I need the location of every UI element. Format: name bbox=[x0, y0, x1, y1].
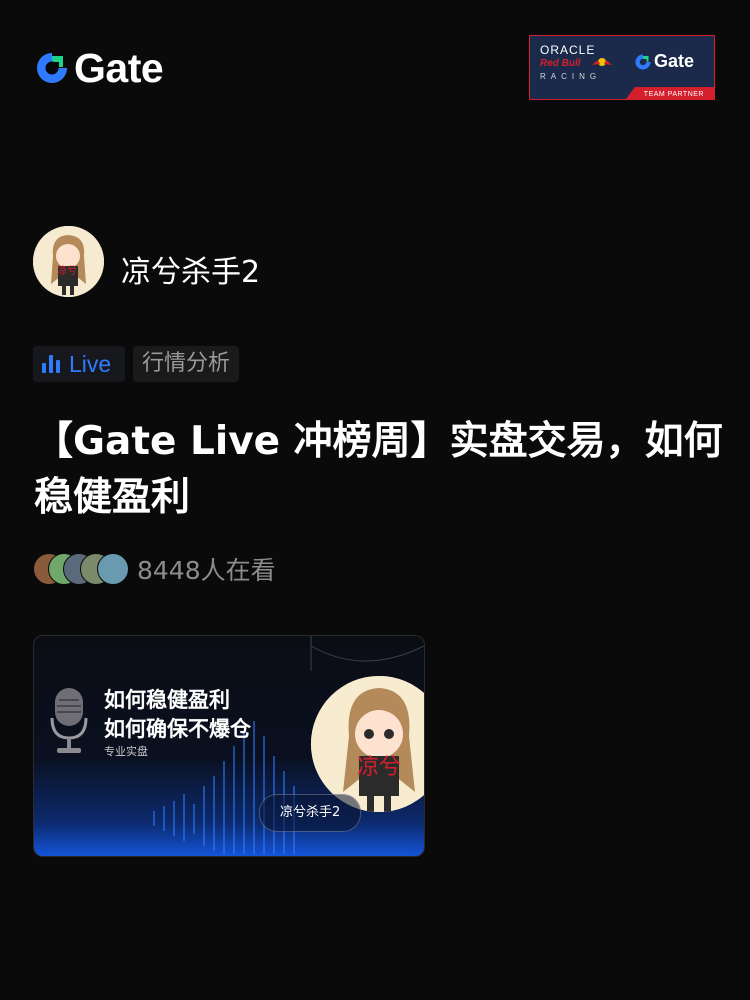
author-name[interactable]: 凉兮杀手2 bbox=[121, 247, 260, 291]
gate-logo-text: Gate bbox=[74, 45, 164, 91]
team-partner-label: TEAM PARTNER bbox=[643, 91, 704, 98]
live-stream-card[interactable]: 如何稳健盈利 如何确保不爆仓 专业实盘 凉兮 凉兮杀手2 bbox=[33, 635, 425, 857]
gate-logo-icon bbox=[635, 54, 651, 69]
card-headline-1: 如何稳健盈利 bbox=[104, 688, 230, 712]
viewer-summary: 8448人在看 bbox=[33, 551, 276, 587]
live-post-page: Gate ORACLE Red Bull RACING Gate TEAM PA… bbox=[0, 0, 750, 1000]
anime-girl-avatar-icon: 凉兮 bbox=[33, 226, 104, 297]
live-tag[interactable]: Live bbox=[33, 346, 125, 382]
author-avatar[interactable]: 凉兮 bbox=[33, 226, 104, 297]
avatar-caption: 凉兮 bbox=[57, 264, 77, 277]
microphone-icon bbox=[50, 688, 88, 753]
viewer-avatars bbox=[33, 553, 129, 585]
category-tag[interactable]: 行情分析 bbox=[133, 346, 240, 382]
live-bars-icon bbox=[42, 355, 63, 373]
live-label: Live bbox=[69, 350, 112, 377]
racing-wordmark: RACING bbox=[540, 72, 602, 81]
card-headline-2: 如何确保不爆仓 bbox=[104, 717, 251, 741]
redbull-wordmark: Red Bull bbox=[540, 58, 581, 69]
host-name-pill: 凉兮杀手2 bbox=[259, 794, 362, 832]
post-title: 【Gate Live 冲榜周】实盘交易，如何稳健盈利 bbox=[34, 419, 723, 520]
viewer-avatar bbox=[97, 553, 129, 585]
card-subtitle: 专业实盘 bbox=[104, 745, 148, 758]
partner-gate-logo: Gate bbox=[634, 51, 694, 72]
viewer-count: 8448人在看 bbox=[137, 556, 276, 585]
gate-logo-icon bbox=[37, 53, 67, 83]
team-partner-badge: ORACLE Red Bull RACING Gate TEAM PARTNER bbox=[529, 35, 715, 100]
oracle-wordmark: ORACLE bbox=[540, 43, 596, 57]
host-avatar-caption: 凉兮 bbox=[357, 755, 401, 780]
partner-gate-text: Gate bbox=[654, 51, 695, 71]
gate-logo[interactable]: Gate bbox=[34, 45, 164, 91]
redbull-icon bbox=[592, 58, 612, 66]
